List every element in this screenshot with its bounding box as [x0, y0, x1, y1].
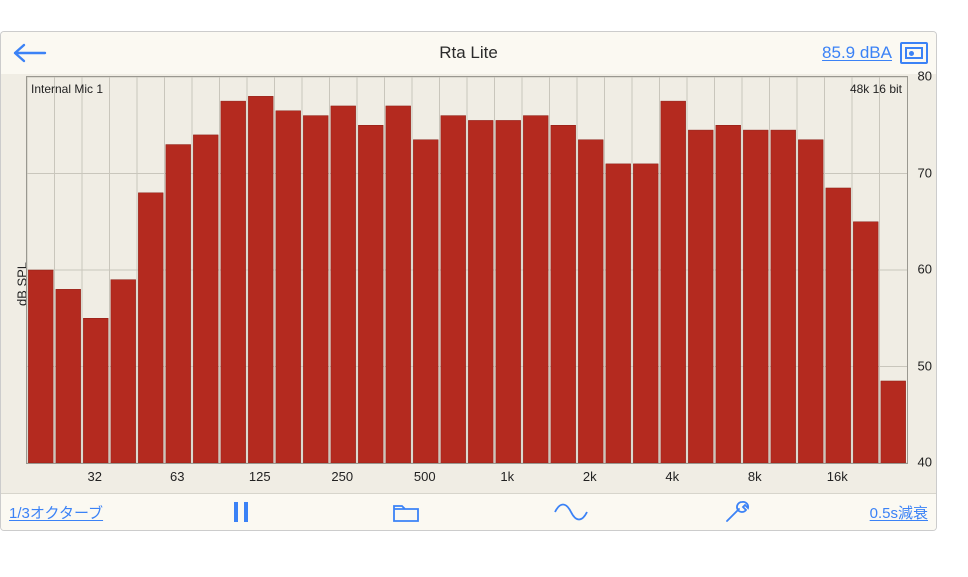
x-tick: 4k — [665, 469, 679, 484]
decay-button[interactable]: 0.5s減衰 — [818, 494, 936, 530]
back-button[interactable] — [1, 42, 61, 64]
x-tick: 32 — [88, 469, 102, 484]
y-tick: 40 — [918, 455, 932, 470]
y-tick: 60 — [918, 262, 932, 277]
x-tick: 2k — [583, 469, 597, 484]
x-tick: 8k — [748, 469, 762, 484]
pause-icon — [234, 502, 248, 522]
mic-label: Internal Mic 1 — [31, 82, 103, 96]
x-tick: 250 — [331, 469, 353, 484]
x-tick: 125 — [249, 469, 271, 484]
spectrum-bars — [27, 77, 907, 463]
app-title: Rta Lite — [1, 43, 936, 63]
x-tick: 1k — [500, 469, 514, 484]
generator-button[interactable] — [489, 494, 654, 530]
sine-icon — [554, 502, 588, 522]
y-tick: 80 — [918, 69, 932, 84]
back-arrow-icon — [11, 42, 47, 64]
chart-area: Internal Mic 1 48k 16 bit dB SPL 4050607… — [1, 74, 936, 494]
snapshot-icon[interactable] — [900, 42, 928, 64]
header-bar: Rta Lite 85.9 dBA — [1, 32, 936, 75]
spl-readout[interactable]: 85.9 dBA — [822, 43, 900, 63]
plot-area[interactable] — [26, 76, 908, 464]
folder-button[interactable] — [324, 494, 489, 530]
pause-button[interactable] — [159, 494, 324, 530]
wrench-icon — [722, 500, 750, 524]
x-tick: 16k — [827, 469, 848, 484]
format-label: 48k 16 bit — [850, 82, 902, 96]
x-tick: 500 — [414, 469, 436, 484]
octave-mode-button[interactable]: 1/3オクターブ — [1, 494, 159, 530]
x-tick: 63 — [170, 469, 184, 484]
y-tick: 50 — [918, 358, 932, 373]
y-tick: 70 — [918, 165, 932, 180]
toolbar: 1/3オクターブ 0.5s減衰 — [1, 493, 936, 530]
app-frame: Rta Lite 85.9 dBA Internal Mic 1 48k 16 … — [1, 32, 936, 530]
settings-button[interactable] — [653, 494, 818, 530]
folder-icon — [392, 501, 420, 523]
